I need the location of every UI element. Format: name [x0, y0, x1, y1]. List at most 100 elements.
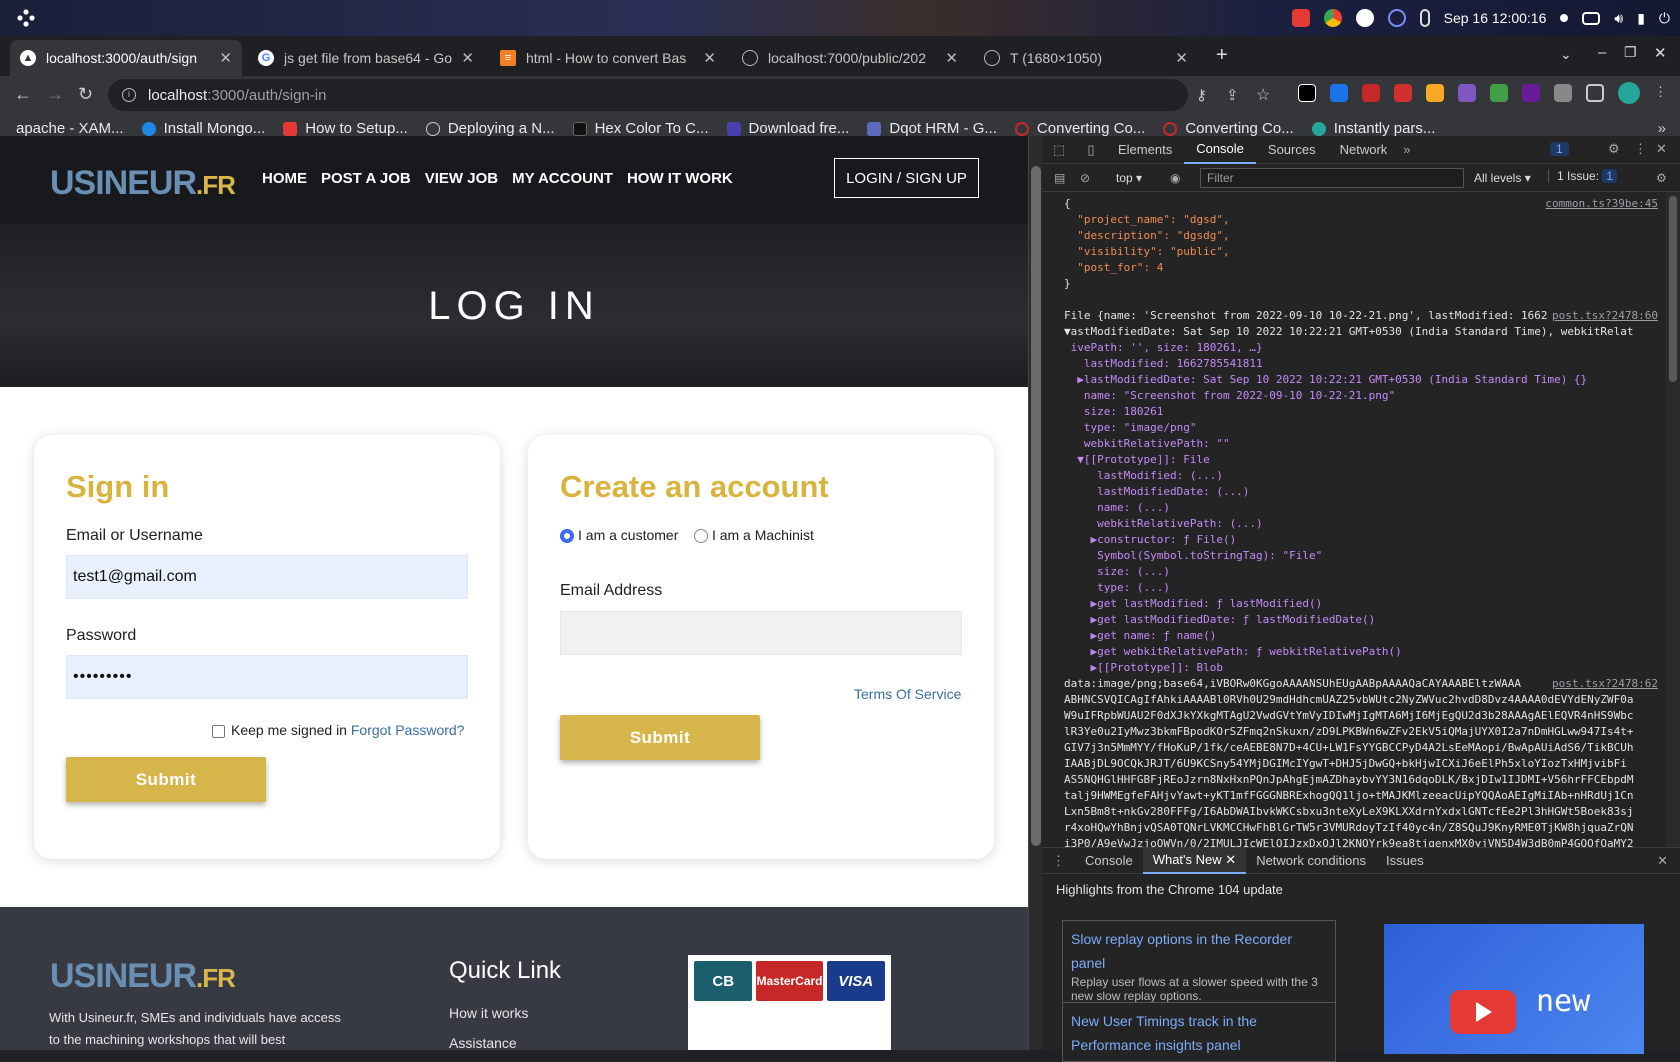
close-icon[interactable]: ✕ — [461, 49, 474, 67]
clip-icon[interactable] — [1419, 9, 1430, 27]
extension-b-icon[interactable] — [1330, 84, 1348, 102]
console-line[interactable]: type: (...) — [1042, 580, 1666, 596]
context-select[interactable]: top ▾ — [1116, 171, 1142, 185]
console-line[interactable]: data:image/png;base64,iVBORw0KGgoAAAANSU… — [1042, 676, 1666, 692]
minimize-icon[interactable]: – — [1598, 44, 1606, 61]
info-icon[interactable]: i — [122, 88, 136, 102]
console-source-link[interactable]: common.ts?39be:45 — [1541, 196, 1658, 212]
drawer-tab-whats-new[interactable]: What's New ✕ — [1142, 847, 1247, 874]
tab-signin[interactable]: ▲ localhost:3000/auth/sign ✕ — [10, 40, 242, 76]
console-line[interactable]: ▶get lastModified: ƒ lastModified() — [1042, 596, 1666, 612]
close-drawer-icon[interactable]: ✕ — [1657, 853, 1668, 869]
tab-stackoverflow[interactable]: ≡ html - How to convert Bas ✕ — [490, 40, 726, 76]
avatar[interactable] — [1618, 82, 1640, 104]
play-button-icon[interactable] — [1450, 990, 1516, 1034]
console-line[interactable]: ▶get webkitRelativePath: ƒ webkitRelativ… — [1042, 644, 1666, 660]
console-line[interactable]: ▼[[Prototype]]: File — [1042, 452, 1666, 468]
close-icon[interactable]: ✕ — [219, 49, 232, 67]
extension-a-icon[interactable] — [1298, 84, 1316, 102]
console-line[interactable]: GIV7j3n5MmMYY/fHoKuP/1fk/ceAEBE8N7D+4CU+… — [1042, 740, 1666, 756]
bookmark-star-icon[interactable]: ☆ — [1256, 85, 1270, 105]
console-line[interactable]: ABHNCSVQICAgIfAhkiAAAABl0RVh0U29mdHdhcmU… — [1042, 692, 1666, 708]
news-card[interactable]: Slow replay options in the Recorder pane… — [1062, 920, 1336, 1010]
create-submit-button[interactable]: Submit — [560, 715, 760, 760]
console-filter-input[interactable]: Filter — [1200, 168, 1464, 188]
back-icon[interactable]: ← — [14, 84, 32, 105]
close-icon[interactable]: ✕ — [1225, 852, 1236, 868]
window-close-icon[interactable]: ✕ — [1654, 44, 1667, 62]
console-line[interactable] — [1042, 292, 1666, 308]
bookmark-item[interactable]: Converting Co... — [1163, 120, 1294, 137]
footer-logo[interactable]: USINEUR.FR — [50, 957, 236, 996]
close-devtools-icon[interactable]: ✕ — [1656, 141, 1667, 157]
maximize-icon[interactable]: ❐ — [1624, 44, 1637, 61]
console-source-link[interactable]: post.tsx?2478:60 — [1548, 308, 1658, 324]
tab-search-icon[interactable]: ⌄ — [1560, 46, 1572, 63]
console-line[interactable]: {common.ts?39be:45 — [1042, 196, 1666, 212]
more-tabs-icon[interactable]: » — [1403, 142, 1410, 157]
skype-icon[interactable] — [1355, 9, 1374, 27]
address-bar[interactable]: i localhost:3000/auth/sign-in — [108, 79, 1188, 111]
console-line[interactable]: ▶get name: ƒ name() — [1042, 628, 1666, 644]
bookmark-item[interactable]: Download fre... — [726, 120, 849, 137]
console-line[interactable]: size: (...) — [1042, 564, 1666, 580]
console-line[interactable]: ▶lastModifiedDate: Sat Sep 10 2022 10:22… — [1042, 372, 1666, 388]
console-line[interactable]: "description": "dgsdg", — [1042, 228, 1666, 244]
console-line[interactable]: name: (...) — [1042, 500, 1666, 516]
signin-submit-button[interactable]: Submit — [66, 757, 266, 802]
console-line[interactable]: ▶constructor: ƒ File() — [1042, 532, 1666, 548]
close-icon[interactable]: ✕ — [703, 49, 716, 67]
eye-icon[interactable]: ◉ — [1170, 171, 1180, 185]
console-line[interactable]: lastModified: (...) — [1042, 468, 1666, 484]
site-logo[interactable]: USINEUR.FR — [50, 164, 236, 203]
nav-home[interactable]: HOME — [262, 170, 307, 187]
reload-icon[interactable]: ↻ — [78, 84, 93, 105]
drawer-tab-issues[interactable]: Issues — [1376, 848, 1434, 874]
console-line[interactable]: type: "image/png" — [1042, 420, 1666, 436]
drawer-menu-icon[interactable]: ⋮ — [1042, 853, 1075, 869]
extension-h-icon[interactable] — [1522, 84, 1540, 102]
news-title[interactable]: Slow replay options in the Recorder pane… — [1071, 927, 1327, 975]
bookmark-item[interactable]: apache - XAM... — [16, 120, 124, 137]
console-line[interactable]: ivePath: '', size: 180261, …} — [1042, 340, 1666, 356]
scrollbar-thumb[interactable] — [1669, 196, 1677, 382]
forward-icon[interactable]: → — [46, 84, 64, 105]
drawer-tab-network-conditions[interactable]: Network conditions — [1246, 848, 1376, 874]
email-field[interactable]: test1@gmail.com — [66, 555, 468, 599]
bookmark-item[interactable]: Converting Co... — [1014, 120, 1145, 137]
footer-link[interactable]: Assistance — [449, 1035, 517, 1050]
bookmark-item[interactable]: Dqot HRM - G... — [867, 120, 997, 137]
scrollbar-thumb[interactable] — [1031, 166, 1041, 846]
console-line[interactable]: lR3Ye0u2IyMwz3bkmFBpodKOrSZFmq2nSkuxn/zD… — [1042, 724, 1666, 740]
console-line[interactable]: "visibility": "public", — [1042, 244, 1666, 260]
console-source-link[interactable]: post.tsx?2478:62 — [1548, 676, 1658, 692]
console-line[interactable]: ▼astModifiedDate: Sat Sep 10 2022 10:22:… — [1042, 324, 1666, 340]
levels-select[interactable]: All levels ▾ — [1474, 171, 1531, 185]
console-output[interactable]: {common.ts?39be:45 "project_name": "dgsd… — [1042, 192, 1666, 847]
console-scrollbar[interactable] — [1666, 192, 1680, 847]
menu-icon[interactable]: ⋮ — [1654, 84, 1667, 102]
console-line[interactable]: } — [1042, 276, 1666, 292]
devtools-menu-icon[interactable]: ⋮ — [1634, 141, 1647, 157]
news-card[interactable]: New User Timings track in the Performanc… — [1062, 1002, 1336, 1062]
volume-icon[interactable]: 🔊︎ — [1614, 10, 1623, 27]
console-line[interactable]: Symbol(Symbol.toStringTag): "File" — [1042, 548, 1666, 564]
console-settings-icon[interactable]: ⚙ — [1656, 171, 1667, 185]
console-line[interactable]: Lxn5Bm8t+nkGv280FFFg/I6AbDWAIbvkWKCsbxu3… — [1042, 804, 1666, 820]
console-line[interactable]: lastModified: 1662785541811 — [1042, 356, 1666, 372]
anydesk-icon[interactable] — [1291, 9, 1310, 27]
key-icon[interactable]: ⚷ — [1196, 86, 1207, 104]
sidepanel-icon[interactable] — [1586, 84, 1604, 102]
customer-radio[interactable] — [560, 529, 574, 544]
console-line[interactable]: i3P0/A9eVwJzjoQWVn/0/2IMULJIcWElOIJzxDxO… — [1042, 836, 1666, 847]
chrome-icon[interactable] — [1323, 9, 1342, 27]
tab-network[interactable]: Network — [1328, 136, 1400, 164]
device-toolbar-icon[interactable]: ▯ — [1076, 142, 1106, 158]
issues-counter[interactable]: 1 Issue: 1 — [1548, 169, 1618, 183]
tab-elements[interactable]: Elements — [1106, 136, 1184, 164]
close-icon[interactable]: ✕ — [945, 49, 958, 67]
clear-console-icon[interactable]: ⊘ — [1080, 171, 1090, 185]
console-line[interactable]: IAABjDL9OCQkJRJT/6U9KCSny54YMjDGIMcIYgwT… — [1042, 756, 1666, 772]
console-line[interactable]: ▶get lastModifiedDate: ƒ lastModifiedDat… — [1042, 612, 1666, 628]
console-line[interactable]: "project_name": "dgsd", — [1042, 212, 1666, 228]
